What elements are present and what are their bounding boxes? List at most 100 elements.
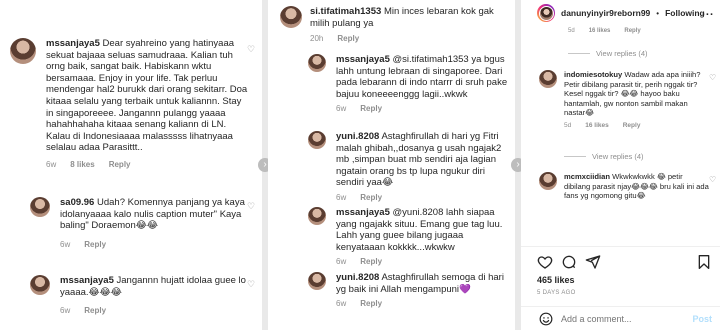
avatar[interactable] [10, 38, 36, 64]
comment-username[interactable]: mssanjaya5 [46, 38, 100, 49]
comment-item: yuni.8208 Astaghfirullah di hari yg Fitr… [308, 131, 508, 202]
add-comment-bar: Post [521, 306, 720, 330]
share-send-icon[interactable] [585, 254, 601, 270]
avatar[interactable] [308, 272, 326, 290]
comment-body: mssanjaya5 @yuni.8208 lahh siapaa yang n… [336, 207, 508, 253]
view-replies-button[interactable]: View replies (4) [564, 152, 644, 161]
comment-age: 6w [336, 299, 347, 309]
avatar[interactable] [30, 197, 50, 217]
comment-username[interactable]: sa09.96 [60, 197, 94, 208]
comment-body: indomiesotokuy Wadaw ada apa iniiih? Pet… [564, 70, 709, 118]
avatar[interactable] [30, 275, 50, 295]
comment-username[interactable]: yuni.8208 [336, 131, 379, 142]
more-options-icon[interactable]: ... [702, 6, 714, 18]
emoji-icon[interactable] [539, 312, 553, 326]
post-likes-count[interactable]: 465 likes [537, 275, 575, 285]
comment-username[interactable]: si.tifatimah1353 [310, 6, 381, 17]
comment-likes[interactable]: 16 likes [585, 122, 609, 129]
reply-button[interactable]: Reply [84, 240, 106, 249]
comment-age: 6w [46, 159, 57, 169]
comment-item: sa09.96 Udah? Komennya panjang ya kaya i… [30, 197, 248, 249]
reply-button[interactable]: Reply [360, 104, 382, 113]
comment-age: 5d [564, 121, 572, 129]
divider [521, 246, 720, 247]
following-button[interactable]: Following [665, 8, 705, 18]
avatar[interactable] [280, 6, 302, 28]
comment-body: mcmxciidian Wkwkwkwkk 😂 petir dibilang p… [564, 172, 709, 201]
comment-bubble-icon[interactable] [561, 254, 577, 270]
comment-age: 5d [568, 28, 575, 34]
comments-panel-middle: si.tifatimah1353 Min inces lebaran kok g… [268, 0, 515, 330]
comment-body: si.tifatimah1353 Min inces lebaran kok g… [310, 6, 508, 29]
add-comment-input[interactable] [561, 313, 681, 324]
comment-item: yuni.8208 Astaghfirullah semoga di hari … [308, 272, 508, 308]
comment-meta: 5d 16 likes Reply [568, 28, 641, 34]
comment-username[interactable]: indomiesotokuy [564, 70, 622, 79]
reply-button[interactable]: Reply [624, 28, 640, 34]
separator-dot: • [656, 8, 660, 18]
like-heart-icon[interactable]: ♡ [247, 280, 255, 289]
comment-body: mssanjaya5 @si.tifatimah1353 ya bgus lah… [336, 54, 508, 100]
comment-age: 6w [336, 104, 347, 114]
view-replies-button[interactable]: View replies (4) [568, 49, 648, 58]
comment-meta: 5d 16 likes Reply [564, 122, 709, 129]
comment-item: mssanjaya5 @si.tifatimah1353 ya bgus lah… [308, 54, 508, 113]
comment-item: mssanjaya5 @yuni.8208 lahh siapaa yang n… [308, 207, 508, 266]
comments-panel-left: mssanjaya5 Dear syahreino yang hatinyaaa… [0, 0, 262, 330]
divider [568, 53, 590, 54]
avatar[interactable] [539, 172, 557, 190]
view-replies-label: View replies (4) [596, 49, 648, 58]
avatar[interactable] [308, 54, 326, 72]
divider [38, 160, 248, 161]
like-heart-icon[interactable]: ♡ [709, 176, 716, 184]
reply-button[interactable]: Reply [337, 34, 359, 43]
comment-age: 20h [310, 34, 324, 44]
comment-item: si.tifatimah1353 Min inces lebaran kok g… [280, 6, 508, 43]
comment-age: 6w [336, 257, 347, 267]
divider [564, 156, 586, 157]
reply-button[interactable]: Reply [623, 122, 641, 129]
avatar[interactable] [539, 70, 557, 88]
comment-username[interactable]: mcmxciidian [564, 172, 610, 181]
like-heart-icon[interactable]: ♡ [709, 74, 716, 82]
avatar[interactable] [308, 207, 326, 225]
reply-button[interactable]: Reply [360, 257, 382, 266]
comment-body: yuni.8208 Astaghfirullah semoga di hari … [336, 272, 508, 295]
comment-item: mcmxciidian Wkwkwkwkk 😂 petir dibilang p… [539, 172, 709, 201]
comment-meta: 6w Reply [60, 306, 248, 315]
bookmark-icon[interactable] [696, 254, 712, 270]
comment-likes[interactable]: 16 likes [589, 28, 611, 34]
comment-item: mssanjaya5 Jangannn hujatt idolaa guee l… [30, 275, 248, 315]
comment-body: mssanjaya5 Jangannn hujatt idolaa guee l… [60, 275, 248, 298]
reply-button[interactable]: Reply [109, 160, 131, 169]
comment-likes[interactable]: 8 likes [70, 160, 94, 169]
comment-age: 6w [336, 192, 347, 202]
view-replies-label: View replies (4) [592, 152, 644, 161]
avatar[interactable] [537, 4, 555, 22]
like-heart-icon[interactable]: ♡ [247, 45, 255, 54]
reply-button[interactable]: Reply [360, 193, 382, 202]
comment-meta: 6w 8 likes Reply [46, 160, 248, 169]
comment-meta: 6w Reply [60, 240, 248, 249]
reply-button[interactable]: Reply [84, 306, 106, 315]
post-author-username[interactable]: danunyinyir9reborn99 [561, 8, 650, 18]
post-comment-button[interactable]: Post [692, 314, 712, 324]
like-heart-icon[interactable] [537, 254, 553, 270]
comment-username[interactable]: yuni.8208 [336, 272, 379, 283]
comment-username[interactable]: mssanjaya5 [336, 54, 390, 65]
comment-body: yuni.8208 Astaghfirullah di hari yg Fitr… [336, 131, 508, 189]
comment-age: 6w [60, 306, 71, 316]
comment-body: mssanjaya5 Dear syahreino yang hatinyaaa… [46, 38, 248, 154]
post-timestamp: 5 DAYS AGO [537, 290, 576, 296]
comment-username[interactable]: mssanjaya5 [336, 207, 390, 218]
post-actions [537, 254, 712, 272]
reply-button[interactable]: Reply [360, 299, 382, 308]
comment-meta: 6w Reply [336, 257, 508, 266]
like-heart-icon[interactable]: ♡ [247, 202, 255, 211]
comment-age: 6w [60, 239, 71, 249]
avatar[interactable] [308, 131, 326, 149]
comment-text: Dear syahreino yang hatinyaaa sekuat baj… [46, 38, 248, 154]
comment-meta: 6w Reply [336, 193, 508, 202]
comment-item: indomiesotokuy Wadaw ada apa iniiih? Pet… [539, 70, 709, 129]
comment-username[interactable]: mssanjaya5 [60, 275, 114, 286]
